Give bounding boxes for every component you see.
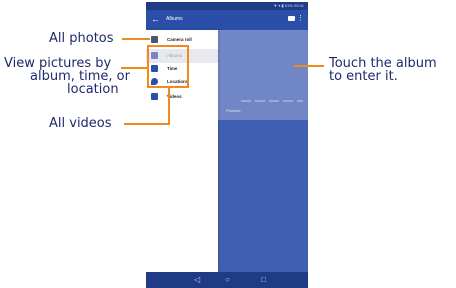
highlight-box [147, 45, 189, 88]
page-title: Albums [166, 16, 183, 22]
connector-all-videos [124, 123, 170, 125]
home-icon[interactable]: ○ [225, 275, 230, 285]
drawer-item-videos[interactable]: Videos [146, 90, 218, 104]
more-vert-icon[interactable]: ⋮ [297, 14, 304, 24]
connector-touch-album [294, 65, 324, 67]
drawer-item-label: Camera roll [167, 37, 192, 42]
album-thumbnails-strip [241, 100, 303, 102]
album-card[interactable] [218, 30, 308, 120]
recents-icon[interactable]: □ [261, 275, 266, 285]
callout-view-by-line3: location [67, 82, 119, 97]
album-name: Pictures [226, 108, 241, 113]
arrow-back-icon[interactable]: ← [151, 14, 160, 24]
app-bar: ← Albums ⋮ [146, 10, 308, 30]
video-icon [151, 93, 158, 100]
connector-all-photos [122, 38, 150, 40]
connector-videos-vertical [168, 88, 170, 125]
camera-icon [151, 36, 158, 43]
callout-touch-line2: to enter it. [329, 69, 398, 84]
camera-icon[interactable] [288, 16, 295, 21]
back-icon[interactable]: ◁ [194, 275, 200, 285]
connector-view-by [121, 67, 148, 69]
callout-all-photos: All photos [49, 31, 114, 46]
status-text: ▼ ▾ ▮ 61% 09:41 [273, 3, 304, 8]
system-nav-bar: ◁ ○ □ [146, 272, 308, 288]
callout-all-videos: All videos [49, 116, 112, 131]
status-bar: ▼ ▾ ▮ 61% 09:41 [146, 2, 308, 10]
